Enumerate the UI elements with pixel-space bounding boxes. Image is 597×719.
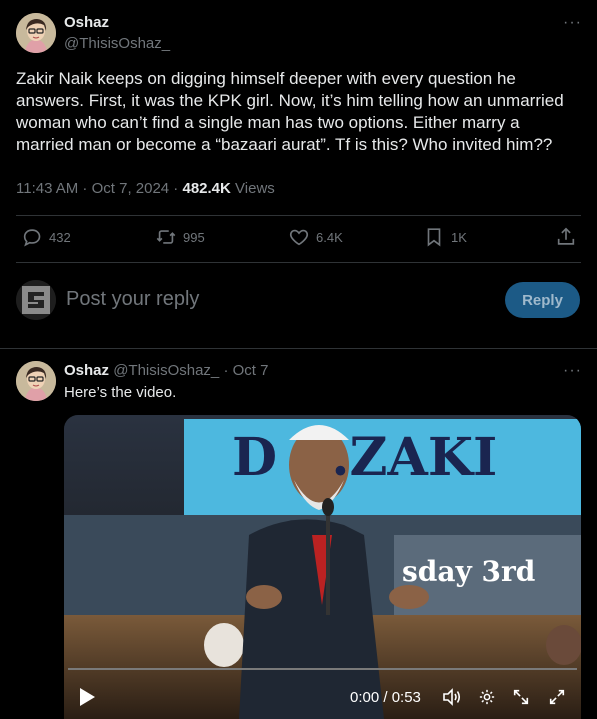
reply-date[interactable]: · Oct 7 xyxy=(223,362,268,379)
user-avatar[interactable] xyxy=(16,280,56,320)
reply-input[interactable]: Post your reply xyxy=(66,288,199,311)
video-time: 0:00 / 0:53 xyxy=(350,689,421,706)
reply-action[interactable]: 432 xyxy=(21,226,71,248)
views-label: Views xyxy=(235,180,275,197)
reply-text: Here’s the video. xyxy=(64,384,177,401)
like-count: 6.4K xyxy=(316,229,343,245)
settings-button[interactable] xyxy=(478,688,496,710)
bookmark-action[interactable]: 1K xyxy=(423,226,467,248)
share-action[interactable] xyxy=(555,226,577,248)
popout-icon xyxy=(513,689,529,705)
heart-icon xyxy=(289,229,309,246)
popout-button[interactable] xyxy=(512,688,530,710)
gear-icon xyxy=(479,689,495,705)
tweet-meta: 11:43 AM · Oct 7, 2024 · 482.4K Views xyxy=(16,180,275,197)
tweet-text: Zakir Naik keeps on digging himself deep… xyxy=(16,69,564,154)
reply-count: 432 xyxy=(49,229,71,245)
repost-count: 995 xyxy=(183,229,205,245)
play-button[interactable] xyxy=(78,687,96,711)
divider xyxy=(16,215,581,216)
video-banner-text: D .ZAKI xyxy=(232,427,498,488)
reply-author-name[interactable]: Oshaz xyxy=(64,362,109,379)
divider xyxy=(16,262,581,263)
repost-action[interactable]: 995 xyxy=(155,226,205,248)
volume-button[interactable] xyxy=(442,688,462,710)
video-player[interactable]: D .ZAKI sday 3rd 0:00 / 0:53 xyxy=(64,415,581,719)
divider xyxy=(0,348,597,349)
more-options-icon[interactable]: ··· xyxy=(563,14,582,32)
reply-icon xyxy=(23,229,41,247)
volume-icon xyxy=(443,688,461,706)
fullscreen-button[interactable] xyxy=(548,688,566,710)
author-avatar[interactable] xyxy=(16,13,56,53)
reply-header: Oshaz @ThisisOshaz_ · Oct 7 xyxy=(64,362,268,379)
repost-icon xyxy=(156,230,176,244)
fullscreen-icon xyxy=(549,689,565,705)
bookmark-icon xyxy=(427,228,441,247)
reply-button[interactable]: Reply xyxy=(505,282,580,318)
like-action[interactable]: 6.4K xyxy=(288,226,343,248)
reply-more-options-icon[interactable]: ··· xyxy=(563,362,582,380)
author-handle[interactable]: @ThisisOshaz_ xyxy=(64,35,170,52)
video-banner-subtext: sday 3rd xyxy=(402,555,536,588)
share-icon xyxy=(557,227,575,245)
play-icon xyxy=(80,688,95,706)
bookmark-count: 1K xyxy=(451,229,467,245)
views-count[interactable]: 482.4K xyxy=(182,180,230,197)
author-name[interactable]: Oshaz xyxy=(64,14,109,31)
reply-author-avatar[interactable] xyxy=(16,361,56,401)
tweet-timestamp[interactable]: 11:43 AM · Oct 7, 2024 · xyxy=(16,180,178,197)
reply-author-handle[interactable]: @ThisisOshaz_ xyxy=(113,362,219,379)
